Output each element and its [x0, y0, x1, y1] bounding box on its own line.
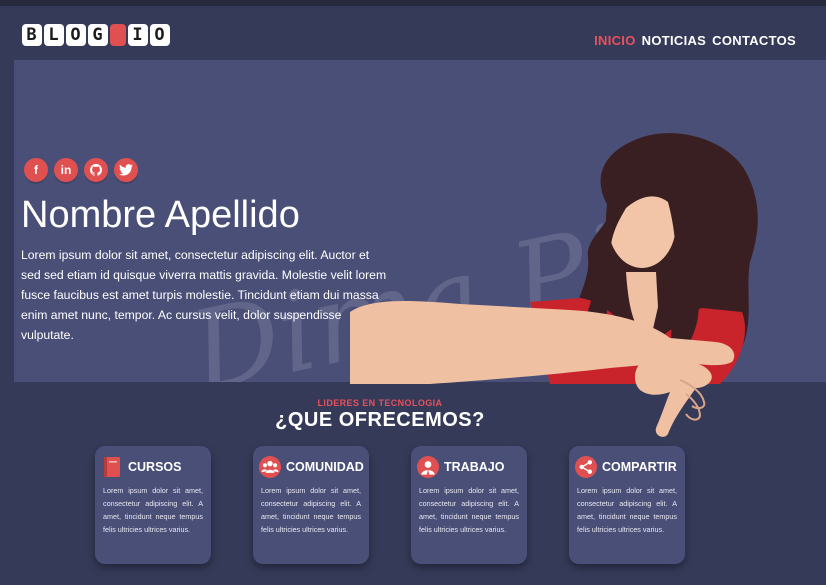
- card-cursos[interactable]: CURSOS Lorem ipsum dolor sit amet, conse…: [95, 446, 211, 564]
- card-text: Lorem ipsum dolor sit amet, consectetur …: [261, 486, 361, 534]
- header: B L O G I O INICIO NOTICIAS CONTACTOS: [0, 6, 826, 60]
- card-comunidad[interactable]: COMUNIDAD Lorem ipsum dolor sit amet, co…: [253, 446, 369, 564]
- logo-letter: L: [44, 24, 64, 46]
- card-compartir[interactable]: COMPARTIR Lorem ipsum dolor sit amet, co…: [569, 446, 685, 564]
- card-text: Lorem ipsum dolor sit amet, consectetur …: [103, 486, 203, 534]
- book-icon: [101, 456, 123, 478]
- worker-icon: [417, 456, 439, 478]
- nav-link-inicio[interactable]: INICIO: [594, 33, 636, 48]
- card-text: Lorem ipsum dolor sit amet, consectetur …: [419, 486, 519, 534]
- section-kicker: LIDERES EN TECNOLOGIA: [317, 398, 443, 408]
- card-title: TRABAJO: [444, 460, 505, 474]
- card-trabajo[interactable]: TRABAJO Lorem ipsum dolor sit amet, cons…: [411, 446, 527, 564]
- nav-link-contactos[interactable]: CONTACTOS: [712, 33, 796, 48]
- main-nav: INICIO NOTICIAS CONTACTOS: [594, 33, 796, 48]
- facebook-icon[interactable]: f: [24, 158, 48, 182]
- social-links: f in: [24, 158, 138, 182]
- logo-letter: O: [150, 24, 170, 46]
- hero-description: Lorem ipsum dolor sit amet, consectetur …: [21, 248, 387, 342]
- logo-dot: [110, 24, 126, 46]
- hero-title: Nombre Apellido: [21, 194, 300, 236]
- logo[interactable]: B L O G I O: [22, 24, 170, 46]
- card-text: Lorem ipsum dolor sit amet, consectetur …: [577, 486, 677, 534]
- logo-letter: B: [22, 24, 42, 46]
- section-title: ¿QUE OFRECEMOS?: [275, 409, 485, 431]
- community-icon: [259, 456, 281, 478]
- linkedin-icon[interactable]: in: [54, 158, 78, 182]
- card-title: COMPARTIR: [602, 460, 677, 474]
- twitter-icon[interactable]: [114, 158, 138, 182]
- logo-letter: O: [66, 24, 86, 46]
- nav-link-noticias[interactable]: NOTICIAS: [642, 33, 707, 48]
- card-title: COMUNIDAD: [286, 460, 364, 474]
- share-icon: [575, 456, 597, 478]
- woman-illustration: [350, 133, 758, 437]
- card-title: CURSOS: [128, 460, 182, 474]
- logo-letter: I: [128, 24, 148, 46]
- github-icon[interactable]: [84, 158, 108, 182]
- logo-letter: G: [88, 24, 108, 46]
